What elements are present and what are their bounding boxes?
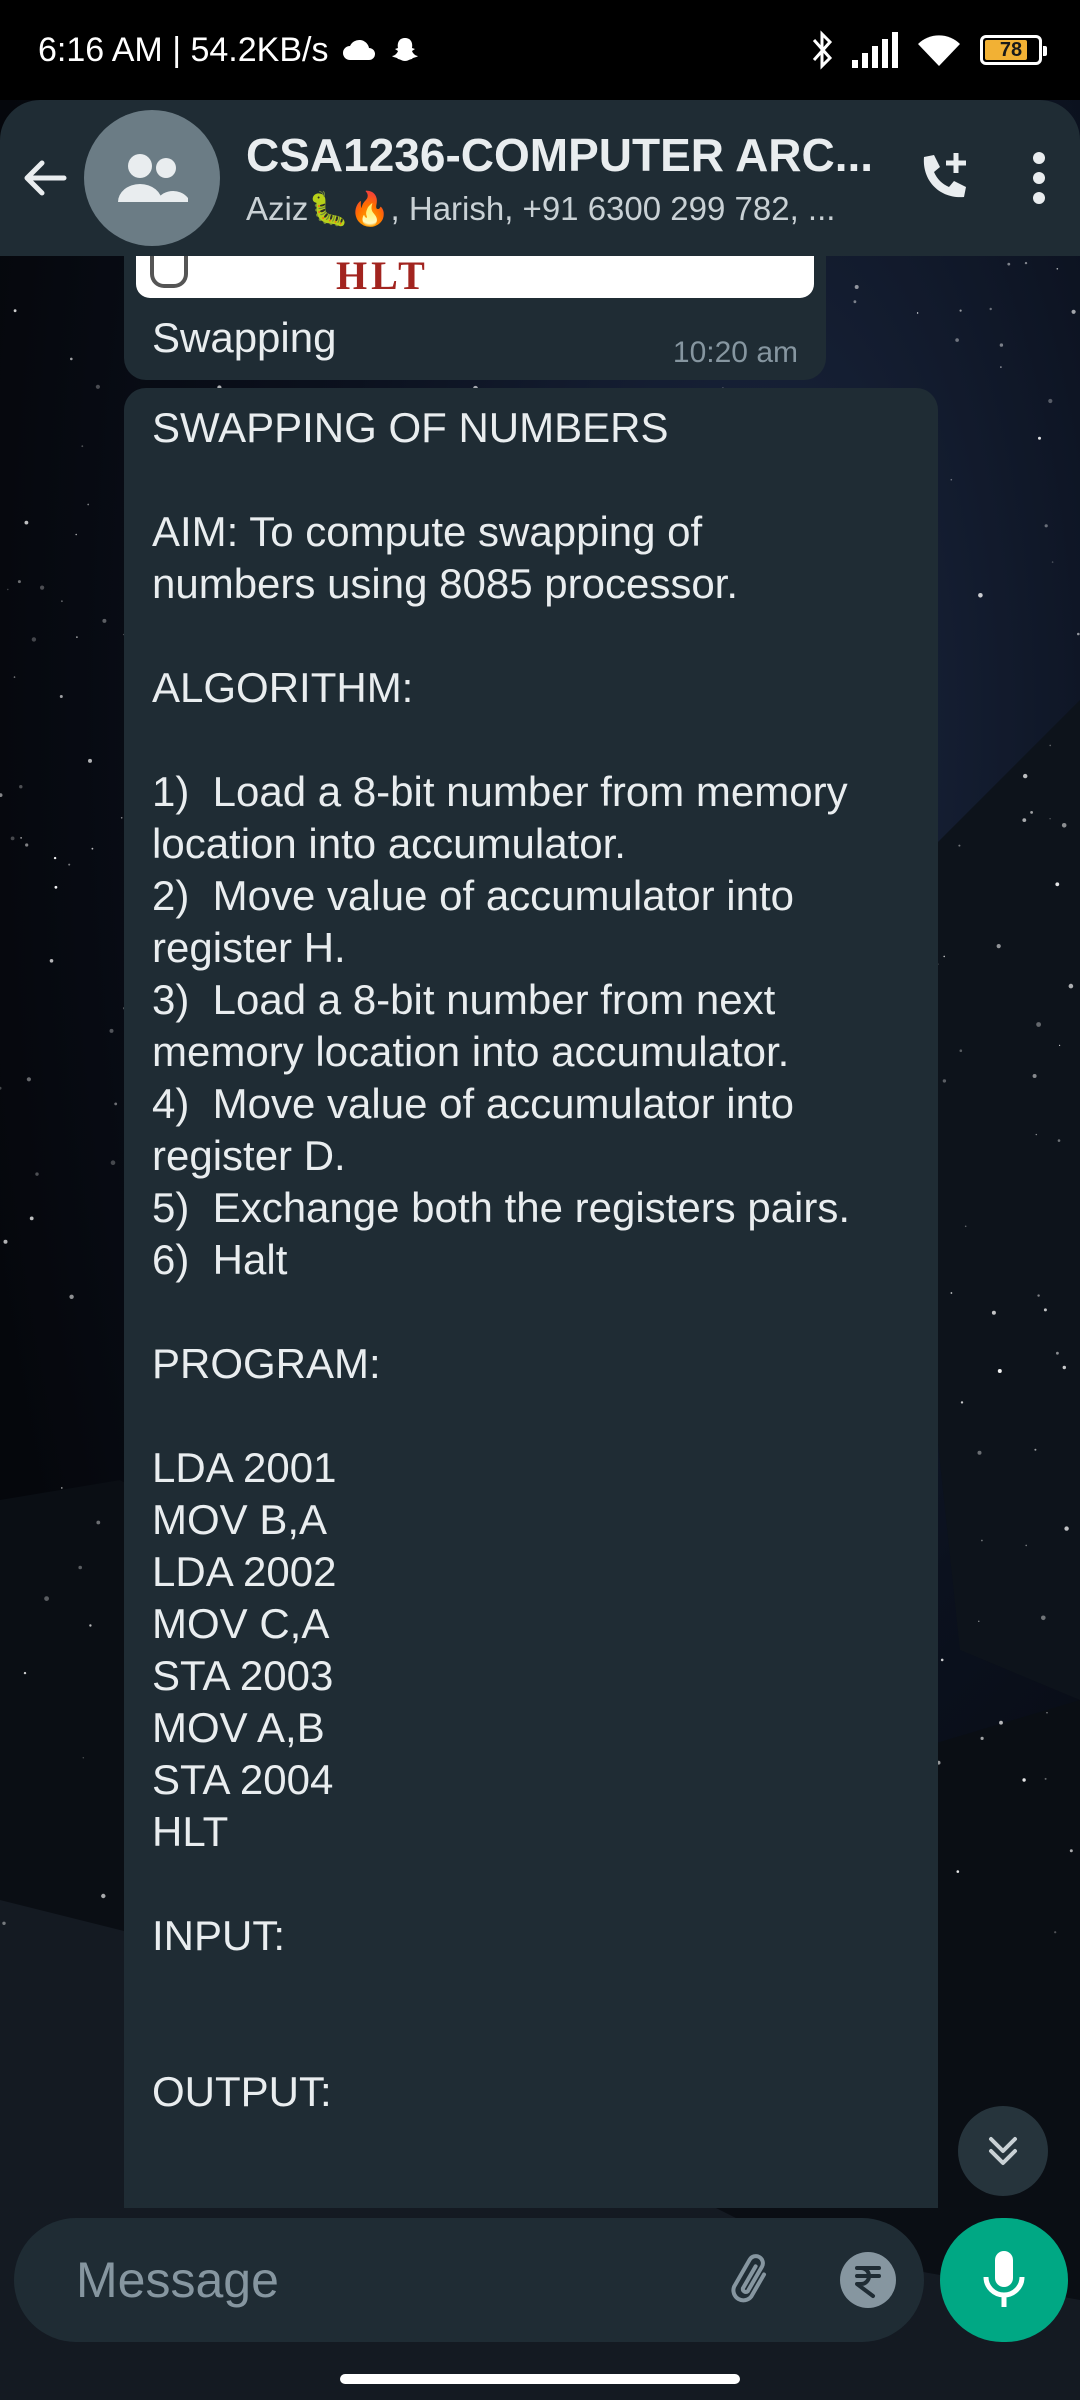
more-vert-icon[interactable] [1032, 150, 1046, 206]
message-line: 4) Move value of accumulator into [152, 1080, 794, 1127]
message-line: 3) Load a 8-bit number from next [152, 976, 776, 1023]
message-line [152, 610, 910, 662]
message-line: MOV C,A [152, 1600, 330, 1647]
message-line: 1) Load a 8-bit number from memory [152, 768, 848, 815]
status-time-speed: 6:16 AM | 54.2KB/s [38, 30, 329, 69]
message-composer [14, 2218, 1011, 2342]
snapchat-icon [392, 38, 419, 61]
message-line: register D. [152, 1132, 346, 1179]
bluetooth-icon [812, 30, 833, 70]
voice-message-button[interactable] [940, 2218, 1068, 2342]
message-line: numbers using 8085 processor. [152, 560, 739, 607]
message-line: register H. [152, 924, 346, 971]
image-digit-fragment [150, 256, 188, 288]
message-line: HLT [152, 1808, 229, 1855]
back-arrow-icon[interactable] [20, 153, 70, 203]
message-line [152, 1962, 910, 2014]
message-line [152, 1858, 910, 1910]
cloud-icon [343, 39, 376, 60]
message-line: PROGRAM: [152, 1340, 381, 1387]
chat-participants: Aziz🐛🔥, Harish, +91 6300 299 782, ... [246, 189, 836, 227]
message-line [152, 454, 910, 506]
add-call-icon[interactable] [914, 149, 972, 207]
message-time: 10:20 am [672, 336, 798, 369]
message-line [152, 1390, 910, 1442]
message-line: 5) Exchange both the registers pairs. [152, 1184, 851, 1231]
message-line: ALGORITHM: [152, 664, 414, 711]
battery-level: 78 [999, 38, 1023, 61]
image-message[interactable]: HLT Swapping 10:20 am [124, 256, 826, 380]
message-body: SWAPPING OF NUMBERS AIM: To compute swapp… [152, 402, 910, 2118]
message-image[interactable]: HLT [136, 256, 814, 298]
message-line: MOV A,B [152, 1704, 325, 1751]
message-line [152, 714, 910, 766]
message-line: location into accumulator. [152, 820, 626, 867]
text-message[interactable]: SWAPPING OF NUMBERS AIM: To compute swapp… [124, 388, 938, 2208]
scroll-down-icon [989, 2137, 1017, 2165]
image-caption: Swapping [152, 314, 337, 361]
message-line: SWAPPING OF NUMBERS [152, 404, 669, 451]
wifi-icon [918, 35, 960, 66]
message-line: 2) Move value of accumulator into [152, 872, 794, 919]
attach-icon[interactable] [721, 2250, 781, 2310]
image-text: HLT [336, 256, 429, 298]
message-line: OUTPUT: [152, 2068, 332, 2115]
rupee-icon[interactable] [839, 2251, 897, 2309]
message-line: LDA 2002 [152, 1548, 337, 1595]
mic-icon [983, 2251, 1025, 2307]
chat-title: CSA1236-COMPUTER ARC... [246, 128, 874, 181]
chat-header: CSA1236-COMPUTER ARC... Aziz🐛🔥, Harish, … [0, 100, 1080, 256]
signal-icon [852, 32, 898, 68]
message-line: memory location into accumulator. [152, 1028, 790, 1075]
group-avatar-icon [118, 154, 188, 202]
message-input[interactable] [74, 2250, 721, 2310]
message-line: STA 2003 [152, 1652, 334, 1699]
home-indicator[interactable] [340, 2374, 740, 2384]
message-line: STA 2004 [152, 1756, 334, 1803]
group-avatar[interactable] [84, 110, 220, 246]
message-line [152, 2014, 910, 2066]
message-line: 6) Halt [152, 1236, 288, 1283]
status-bar: 6:16 AM | 54.2KB/s 78 [0, 0, 1080, 100]
message-line: AIM: To compute swapping of [152, 508, 703, 555]
message-line [152, 1286, 910, 1338]
battery-icon: 78 [980, 35, 1047, 65]
message-line: LDA 2001 [152, 1444, 337, 1491]
message-line: INPUT: [152, 1912, 286, 1959]
chat-header-info[interactable]: CSA1236-COMPUTER ARC... Aziz🐛🔥, Harish, … [246, 128, 884, 229]
message-line: MOV B,A [152, 1496, 328, 1543]
scroll-to-bottom-button[interactable] [958, 2106, 1048, 2196]
